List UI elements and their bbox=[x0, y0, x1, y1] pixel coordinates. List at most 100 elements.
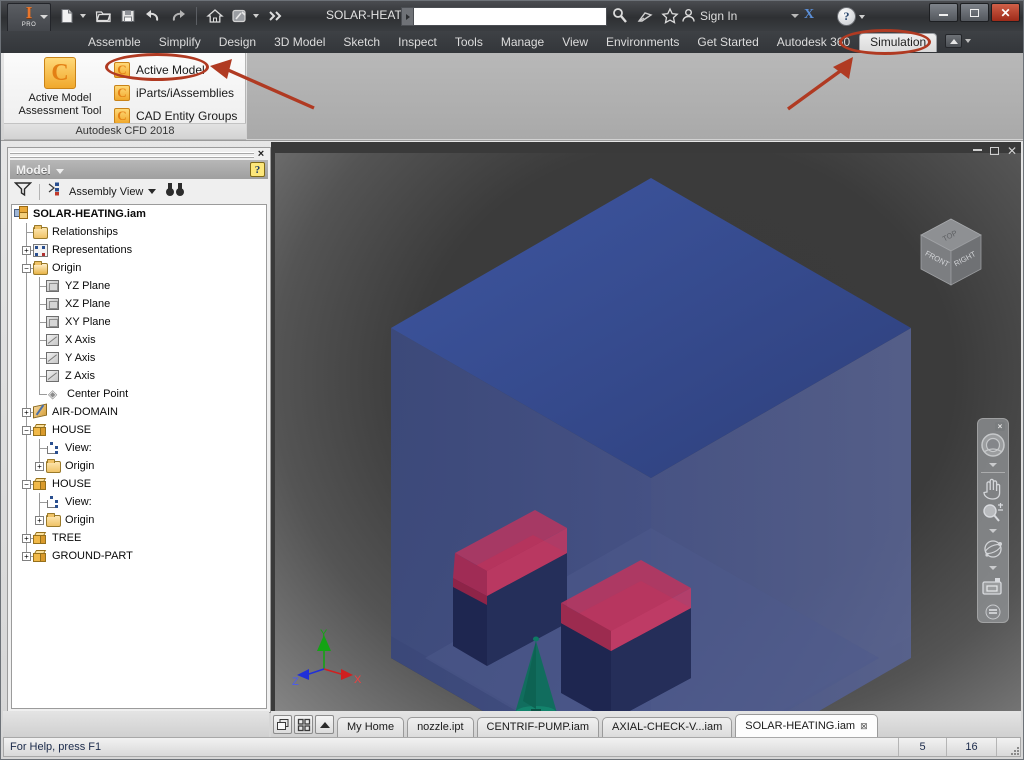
resize-grip[interactable] bbox=[1009, 745, 1021, 757]
ribbon-minimize-control[interactable] bbox=[945, 34, 971, 48]
new-file-dropdown-icon[interactable] bbox=[80, 14, 86, 18]
pan-hand-button[interactable] bbox=[979, 475, 1007, 501]
search-magnifier-icon[interactable] bbox=[609, 5, 631, 27]
help-button[interactable]: ? bbox=[837, 7, 869, 26]
tab-tools[interactable]: Tools bbox=[446, 33, 492, 52]
tab-manage[interactable]: Manage bbox=[492, 33, 553, 52]
scroll-tabs-button[interactable] bbox=[315, 715, 334, 734]
cascade-windows-button[interactable] bbox=[273, 715, 292, 734]
close-button[interactable]: ✕ bbox=[991, 3, 1020, 22]
tree-expander[interactable]: + bbox=[20, 547, 33, 565]
application-menu-button[interactable]: I PRO bbox=[7, 3, 51, 33]
more-commands-button[interactable] bbox=[264, 5, 288, 27]
zoom-dropdown-icon[interactable] bbox=[979, 525, 1007, 536]
tree-item-house-2-view[interactable]: View: bbox=[12, 493, 266, 511]
tree-item-xz-plane[interactable]: XZ Plane bbox=[12, 295, 266, 313]
appearance-button[interactable] bbox=[228, 5, 252, 27]
save-button[interactable] bbox=[116, 5, 140, 27]
tree-item-tree[interactable]: + TREE bbox=[12, 529, 266, 547]
viewport-minimize-button[interactable] bbox=[973, 149, 982, 153]
steering-wheel-dropdown-icon[interactable] bbox=[979, 459, 1007, 470]
restore-button[interactable] bbox=[960, 3, 989, 22]
ribbon-options-dropdown-icon[interactable] bbox=[965, 39, 971, 43]
satellite-dish-icon[interactable] bbox=[634, 5, 656, 27]
sign-in-button[interactable]: Sign In bbox=[681, 8, 737, 23]
doc-tab-centrif-pump[interactable]: CENTRIF-PUMP.iam bbox=[477, 717, 599, 737]
undo-button[interactable] bbox=[141, 5, 165, 27]
tree-expander[interactable]: − bbox=[20, 421, 33, 439]
tree-expander[interactable]: + bbox=[33, 511, 46, 529]
tree-item-center-point[interactable]: Center Point bbox=[12, 385, 266, 403]
help-dropdown-icon[interactable] bbox=[859, 15, 865, 19]
redo-button[interactable] bbox=[166, 5, 190, 27]
tab-get-started[interactable]: Get Started bbox=[688, 33, 767, 52]
tree-item-yz-plane[interactable]: YZ Plane bbox=[12, 277, 266, 295]
tab-inspect[interactable]: Inspect bbox=[389, 33, 446, 52]
tree-item-representations[interactable]: + Representations bbox=[12, 241, 266, 259]
search-expand-icon[interactable] bbox=[401, 7, 413, 26]
appearance-dropdown-icon[interactable] bbox=[253, 14, 259, 18]
doc-tab-close-icon[interactable]: ⊠ bbox=[860, 715, 868, 737]
tree-expander[interactable]: + bbox=[20, 529, 33, 547]
tree-item-air-domain[interactable]: + AIR-DOMAIN bbox=[12, 403, 266, 421]
graphics-viewport[interactable]: ✕ bbox=[271, 142, 1021, 711]
tree-item-origin[interactable]: − Origin bbox=[12, 259, 266, 277]
tree-item-x-axis[interactable]: X Axis bbox=[12, 331, 266, 349]
tree-item-house-2[interactable]: − HOUSE bbox=[12, 475, 266, 493]
minimize-button[interactable] bbox=[929, 3, 958, 22]
view-mode-dropdown-icon[interactable] bbox=[148, 189, 156, 194]
tree-item-z-axis[interactable]: Z Axis bbox=[12, 367, 266, 385]
tree-item-xy-plane[interactable]: XY Plane bbox=[12, 313, 266, 331]
favorites-star-icon[interactable] bbox=[659, 5, 681, 27]
tab-simplify[interactable]: Simplify bbox=[150, 33, 210, 52]
viewport-canvas[interactable]: Y X Z TOP FRONT RIGHT bbox=[275, 153, 1021, 711]
tree-expander[interactable]: − bbox=[20, 475, 33, 493]
active-model-button[interactable]: C Active Model bbox=[112, 58, 242, 81]
viewport-close-button[interactable]: ✕ bbox=[1007, 145, 1017, 157]
tree-expander[interactable]: − bbox=[20, 259, 33, 277]
tree-expander[interactable]: + bbox=[20, 403, 33, 421]
new-file-button[interactable] bbox=[55, 5, 79, 27]
doc-tab-my-home[interactable]: My Home bbox=[337, 717, 404, 737]
active-model-assessment-tool-button[interactable]: C Active Model Assessment Tool bbox=[12, 57, 108, 118]
assembly-view-label[interactable]: Assembly View bbox=[69, 186, 143, 198]
tree-expander[interactable]: + bbox=[33, 457, 46, 475]
zoom-magnifier-button[interactable] bbox=[979, 501, 1007, 525]
tree-item-relationships[interactable]: Relationships bbox=[12, 223, 266, 241]
model-tree[interactable]: SOLAR-HEATING.iam Relationships + Repres… bbox=[11, 204, 267, 709]
tab-sketch[interactable]: Sketch bbox=[334, 33, 389, 52]
tree-item-y-axis[interactable]: Y Axis bbox=[12, 349, 266, 367]
tree-item-assembly-root[interactable]: SOLAR-HEATING.iam bbox=[12, 205, 266, 223]
look-at-camera-button[interactable] bbox=[979, 574, 1007, 600]
tab-design[interactable]: Design bbox=[210, 33, 265, 52]
view-cube[interactable]: TOP FRONT RIGHT bbox=[909, 213, 993, 302]
sign-in-dropdown-icon[interactable] bbox=[791, 14, 799, 18]
open-file-button[interactable] bbox=[91, 5, 115, 27]
navbar-close-icon[interactable]: × bbox=[995, 422, 1005, 431]
tile-grid-button[interactable] bbox=[294, 715, 313, 734]
tree-item-house-1[interactable]: − HOUSE bbox=[12, 421, 266, 439]
tree-item-house-2-origin[interactable]: + Origin bbox=[12, 511, 266, 529]
tree-item-ground-part[interactable]: + GROUND-PART bbox=[12, 547, 266, 565]
orbit-button[interactable] bbox=[979, 536, 1007, 562]
navbar-options-button[interactable] bbox=[979, 602, 1007, 622]
tree-expander[interactable]: + bbox=[20, 241, 33, 259]
tab-view[interactable]: View bbox=[553, 33, 597, 52]
doc-tab-axial-check-valve[interactable]: AXIAL-CHECK-V...iam bbox=[602, 717, 732, 737]
tab-environments[interactable]: Environments bbox=[597, 33, 688, 52]
steering-wheel-button[interactable] bbox=[979, 431, 1007, 459]
browser-help-icon[interactable]: ? bbox=[250, 162, 265, 177]
filter-funnel-icon[interactable] bbox=[14, 181, 32, 202]
autodesk-exchange-icon[interactable]: X bbox=[804, 7, 813, 23]
tab-autodesk-360[interactable]: Autodesk 360 bbox=[768, 33, 859, 52]
search-input[interactable] bbox=[413, 7, 607, 26]
doc-tab-solar-heating[interactable]: SOLAR-HEATING.iam ⊠ bbox=[735, 714, 877, 737]
tree-item-house-1-view[interactable]: View: bbox=[12, 439, 266, 457]
tab-assemble[interactable]: Assemble bbox=[79, 33, 150, 52]
iparts-iassemblies-button[interactable]: C iParts/iAssemblies bbox=[112, 81, 242, 104]
home-button[interactable] bbox=[203, 5, 227, 27]
tree-item-house-1-origin[interactable]: + Origin bbox=[12, 457, 266, 475]
doc-tab-nozzle[interactable]: nozzle.ipt bbox=[407, 717, 473, 737]
tab-simulation[interactable]: Simulation bbox=[859, 33, 937, 52]
browser-drag-grip[interactable] bbox=[10, 150, 254, 158]
